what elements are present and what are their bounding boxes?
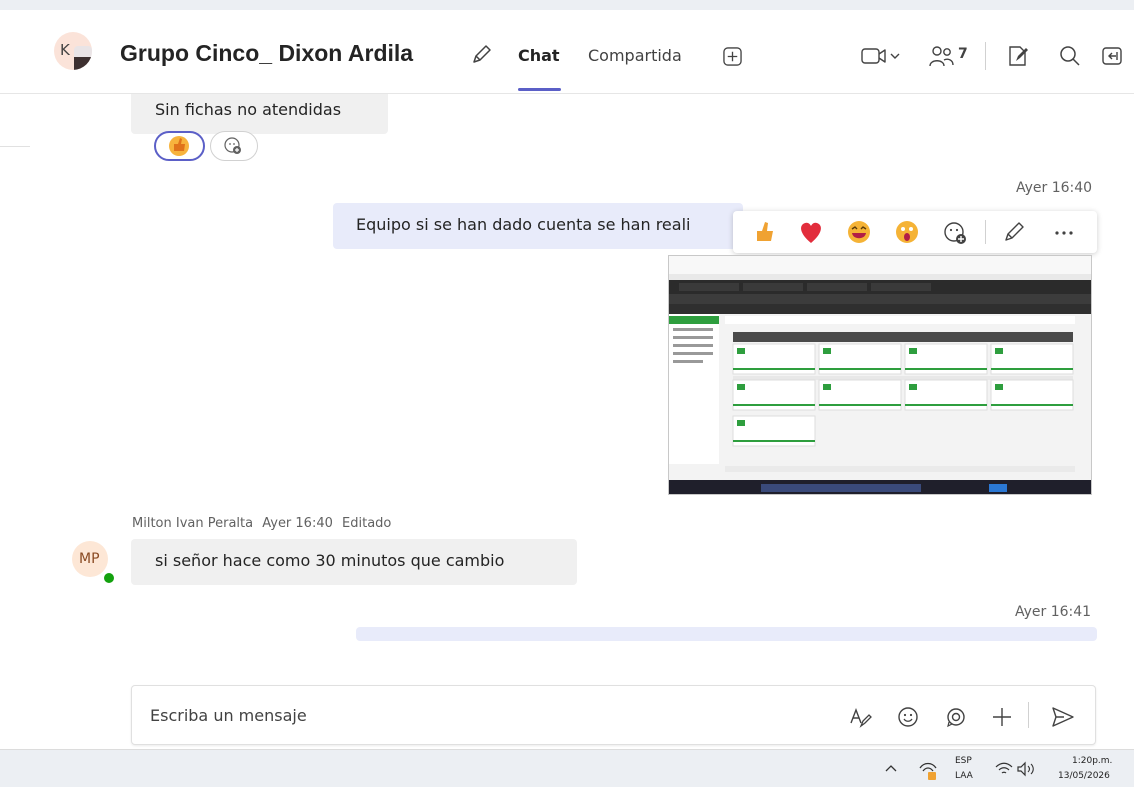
attached-screenshot-image[interactable] (668, 255, 1092, 495)
message-text: Equipo si se han dado cuenta se han real… (356, 215, 691, 234)
message-bubble[interactable]: si señor hace como 30 minutos que cambio (131, 539, 577, 585)
wifi-icon[interactable] (994, 760, 1014, 778)
group-avatar[interactable]: K (54, 32, 92, 70)
add-reaction-icon (224, 137, 241, 154)
tab-chat-underline (518, 88, 561, 91)
search-icon[interactable] (1058, 44, 1082, 68)
emoji-icon[interactable] (896, 705, 920, 729)
compose-box (131, 685, 1096, 745)
thumbs-up-icon (169, 136, 189, 156)
compose-divider (1028, 702, 1029, 728)
message-text: si señor hace como 30 minutos que cambio (155, 551, 505, 570)
message-bubble[interactable]: Sin fichas no atendidas (131, 94, 388, 134)
left-divider (0, 146, 30, 147)
message-text: Sin fichas no atendidas (155, 100, 342, 119)
clock-time[interactable]: 1:20p.m. (1072, 756, 1112, 766)
thumbs-up-icon[interactable] (751, 219, 777, 245)
chevron-up-icon[interactable] (884, 762, 898, 774)
message-bubble-outgoing-partial[interactable] (356, 627, 1097, 641)
heart-icon[interactable] (797, 219, 825, 245)
message-edited-status: Editado (342, 516, 392, 531)
popout-icon[interactable] (1100, 44, 1124, 68)
keyboard-layout[interactable]: LAA (955, 771, 973, 781)
avatar-initials: MP (79, 551, 100, 567)
loop-icon[interactable] (944, 705, 968, 729)
video-call-icon[interactable] (860, 44, 902, 68)
people-icon[interactable] (928, 44, 958, 70)
message-timestamp: Ayer 16:40 (1016, 180, 1093, 196)
chat-header: K Grupo Cinco_ Dixon Ardila Chat Compart… (0, 10, 1134, 94)
chat-title[interactable]: Grupo Cinco_ Dixon Ardila (120, 40, 413, 67)
group-avatar-photo (74, 46, 92, 70)
attach-plus-icon[interactable] (990, 705, 1014, 729)
volume-icon[interactable] (1016, 760, 1036, 778)
message-input[interactable] (150, 700, 790, 730)
edit-icon[interactable] (1001, 219, 1027, 245)
network-warning-icon[interactable] (916, 756, 940, 782)
laugh-icon[interactable] (845, 218, 873, 246)
message-time: Ayer 16:40 (262, 516, 333, 531)
add-tab-icon[interactable] (723, 47, 742, 66)
header-divider (985, 42, 986, 70)
taskbar: ESP LAA 1:20p.m. 13/05/2026 (0, 749, 1134, 787)
clock-date[interactable]: 13/05/2026 (1058, 771, 1110, 781)
message-timestamp: Ayer 16:41 (1015, 604, 1092, 620)
people-count: 7 (958, 46, 968, 62)
action-bar-divider (985, 220, 986, 244)
message-action-bar (733, 211, 1097, 253)
avatar[interactable]: MP (72, 541, 108, 577)
group-avatar-initial: K (60, 41, 70, 59)
message-bubble-outgoing[interactable]: Equipo si se han dado cuenta se han real… (333, 203, 743, 249)
message-meta: Milton Ivan Peralta Ayer 16:40 Editado (132, 516, 396, 531)
tab-chat[interactable]: Chat (518, 46, 560, 65)
send-icon[interactable] (1050, 705, 1076, 729)
edit-name-icon[interactable] (470, 42, 494, 66)
new-chat-icon[interactable] (1006, 44, 1030, 68)
message-author: Milton Ivan Peralta (132, 516, 254, 531)
tab-compartida[interactable]: Compartida (588, 46, 682, 65)
language-indicator[interactable]: ESP (955, 756, 972, 766)
reaction-thumbs-up[interactable] (154, 131, 205, 161)
format-icon[interactable] (848, 705, 872, 729)
screenshot-thumbnail (669, 256, 1091, 494)
add-reaction-button[interactable] (210, 131, 258, 161)
window-top-strip (0, 0, 1134, 10)
presence-available-icon (102, 571, 116, 585)
more-options-icon[interactable] (1051, 219, 1077, 245)
add-reaction-icon[interactable] (941, 219, 969, 247)
surprised-icon[interactable] (893, 218, 921, 246)
